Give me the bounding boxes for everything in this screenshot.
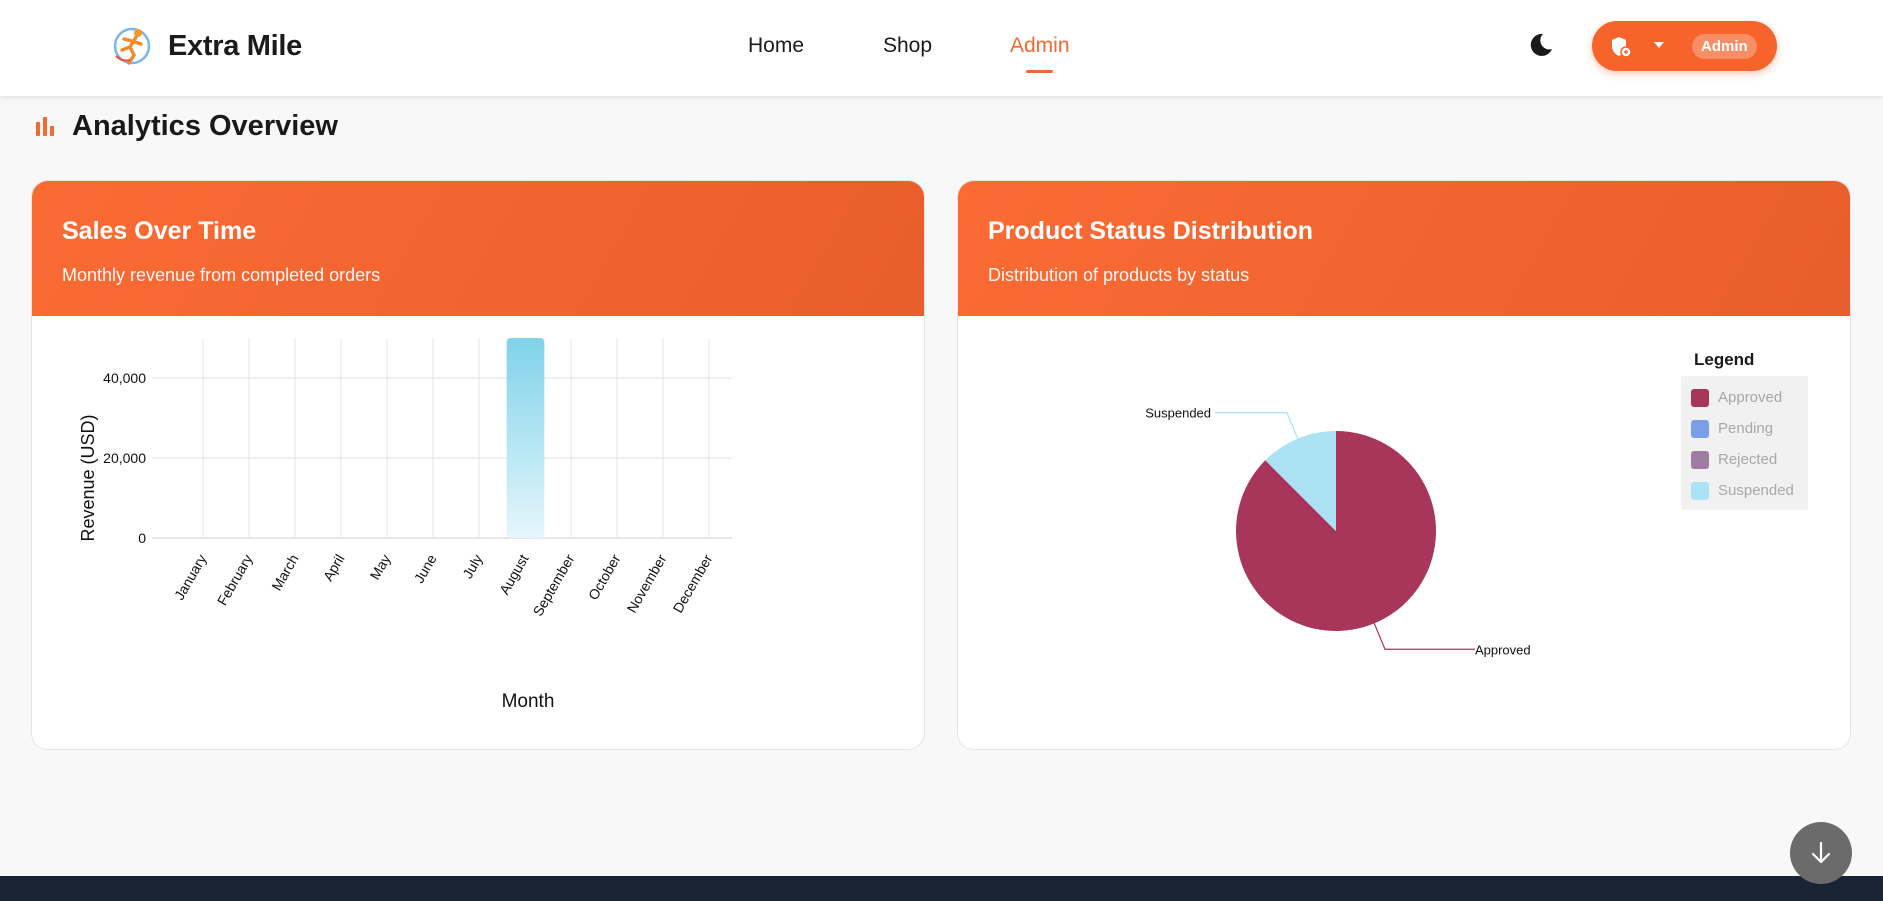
x-tick-label: May [367,552,394,583]
x-tick-label: July [459,552,485,582]
shield-icon [1612,37,1632,58]
legend-item-pending[interactable]: Pending [1691,413,1808,444]
y-tick-label: 0 [138,530,146,546]
page-title: Analytics Overview [72,110,338,142]
legend-swatch [1691,450,1709,469]
x-tick-label: November [623,551,669,615]
moon-icon[interactable] [1528,32,1554,58]
legend-label: Rejected [1718,451,1778,468]
legend-title: Legend [1694,350,1755,369]
bar-august[interactable] [506,338,545,538]
x-tick-label: March [268,552,301,594]
callout-line [1373,623,1475,650]
chart-grid [152,338,732,539]
legend-label: Suspended [1718,482,1794,499]
card-title: Product Status Distribution [988,217,1313,245]
card-body: 0 20,000 40,000 January February March April M… [32,316,924,749]
x-tick-label: September [529,551,577,619]
legend-item-suspended[interactable]: Suspended [1691,475,1808,506]
legend-box: Approved Pending Rejected Suspended [1681,376,1808,510]
chevron-down-icon [1654,42,1664,48]
x-axis-ticks: January February March April May June July Augu… [171,551,716,619]
legend-swatch [1691,481,1709,500]
card-body: Approved Suspended Legend Approved Pending… [958,316,1850,749]
status-chart-card: Product Status Distribution Distribution… [957,180,1851,750]
y-tick-label: 20,000 [103,450,146,466]
slice-label-approved: Approved [1475,642,1531,657]
role-badge: Admin [1692,34,1757,59]
chart-legend: Legend Approved Pending Rejected Suspended [1681,350,1808,510]
nav-active-indicator [1026,70,1053,73]
callout-line [1215,412,1299,439]
runner-logo-icon [113,27,151,65]
sales-bar-chart: 0 20,000 40,000 January February March April M… [78,338,732,712]
legend-label: Approved [1718,389,1783,406]
nav-admin[interactable]: Admin [1010,34,1070,58]
slice-label-suspended: Suspended [1145,406,1211,421]
card-header: Sales Over Time Monthly revenue from com… [32,181,924,316]
sales-chart-card: Sales Over Time Monthly revenue from com… [31,180,925,750]
nav-shop[interactable]: Shop [883,34,932,58]
user-menu-button[interactable]: Admin [1592,21,1777,71]
legend-swatch [1691,419,1709,438]
legend-swatch [1691,388,1709,407]
x-tick-label: April [320,552,348,584]
card-title: Sales Over Time [62,217,257,245]
x-axis-label: Month [502,691,555,712]
y-axis-ticks: 0 20,000 40,000 [103,370,146,546]
x-tick-label: October [585,551,624,602]
pie-slices [1236,431,1436,631]
x-tick-label: December [669,551,715,615]
x-tick-label: August [496,551,532,597]
card-subtitle: Distribution of products by status [988,265,1250,285]
scroll-down-button[interactable] [1790,822,1852,884]
bar-chart-icon [36,116,54,136]
x-tick-label: January [171,552,210,603]
status-pie-chart: Approved Suspended [1145,406,1531,658]
card-subtitle: Monthly revenue from completed orders [62,265,381,285]
top-navbar: Extra Mile Home Shop Admin Admin [0,0,1883,96]
y-axis-label: Revenue (USD) [78,414,98,541]
legend-item-approved[interactable]: Approved [1691,382,1808,413]
legend-item-rejected[interactable]: Rejected [1691,444,1808,475]
x-tick-label: June [411,551,440,585]
y-tick-label: 40,000 [103,370,146,386]
chart-bars [506,338,545,538]
card-header: Product Status Distribution Distribution… [958,181,1850,316]
legend-label: Pending [1718,420,1774,437]
nav-home[interactable]: Home [748,34,804,58]
section-header: Analytics Overview [34,110,338,143]
footer [0,876,1883,901]
x-tick-label: February [214,552,256,609]
brand-name: Extra Mile [168,29,302,62]
brand[interactable]: Extra Mile [112,26,302,66]
arrow-down-icon [1811,841,1831,864]
